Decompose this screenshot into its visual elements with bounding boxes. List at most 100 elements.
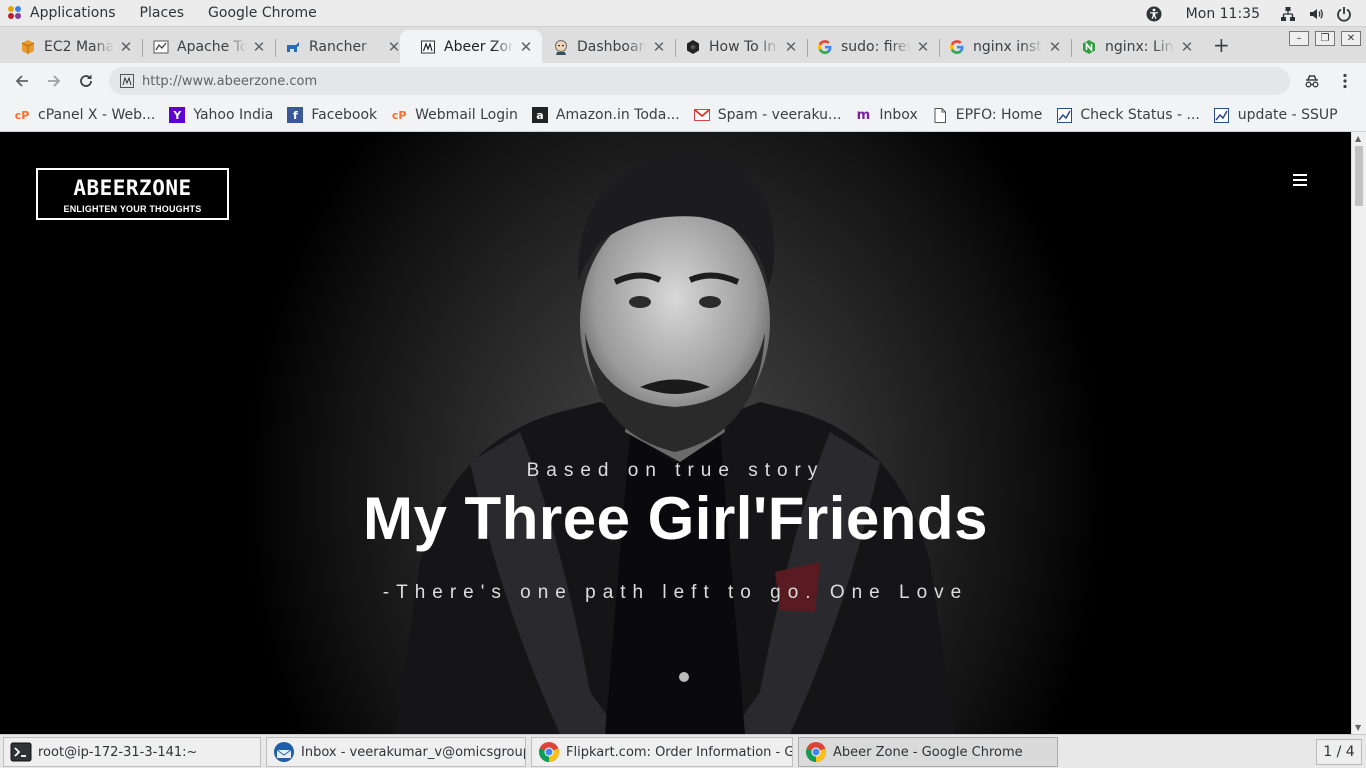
bookmark-label: Amazon.in Toda... <box>555 107 680 123</box>
close-window-button[interactable]: ✕ <box>1341 31 1361 46</box>
page-info-icon[interactable] <box>120 74 134 88</box>
aws-box-icon <box>20 39 36 55</box>
bookmark-webmail-login[interactable]: cP Webmail Login <box>391 107 518 123</box>
digitalocean-icon <box>685 39 701 55</box>
tab-title: Rancher <box>309 38 367 55</box>
tab-nginx-install[interactable]: nginx install ✕ <box>929 30 1071 63</box>
bookmark-label: cPanel X - Web... <box>38 107 156 123</box>
tab-apache-tomcat[interactable]: Apache Tomcat ✕ <box>133 30 275 63</box>
minimize-button[interactable]: – <box>1289 31 1309 46</box>
jenkins-icon <box>553 39 569 55</box>
tab-sudo-firewall[interactable]: sudo: firewall-cmd ✕ <box>797 30 939 63</box>
address-bar[interactable] <box>109 67 1290 95</box>
web-page-content: ABEERZONE ENLIGHTEN YOUR THOUGHTS Based … <box>0 132 1351 734</box>
bookmarks-bar: cP cPanel X - Web... Y Yahoo India f Fac… <box>0 99 1366 132</box>
incognito-button[interactable] <box>1300 69 1324 93</box>
applications-menu[interactable]: Applications <box>0 0 128 27</box>
volume-icon[interactable] <box>1308 6 1324 22</box>
bookmark-amazon[interactable]: a Amazon.in Toda... <box>531 107 680 123</box>
reload-button[interactable] <box>74 69 98 93</box>
taskbar-label: Flipkart.com: Order Information - G... <box>566 744 793 760</box>
bookmark-label: EPFO: Home <box>955 107 1043 123</box>
hero-title: My Three Girl'Friends <box>363 485 988 552</box>
cpanel-icon: cP <box>14 108 30 122</box>
rancher-icon <box>285 39 301 55</box>
browser-toolbar <box>0 63 1366 99</box>
bookmark-facebook[interactable]: f Facebook <box>287 107 377 123</box>
accessibility-icon[interactable] <box>1146 6 1162 22</box>
tab-strip: EC2 Management Console ✕ Apache Tomcat ✕… <box>0 27 1366 63</box>
tab-nginx-linux[interactable]: nginx: Linux packages ✕ <box>1061 30 1203 63</box>
taskbar-item-thunderbird[interactable]: Inbox - veerakumar_v@omicsgroup.... <box>266 737 526 767</box>
new-tab-button[interactable]: + <box>1213 35 1230 55</box>
taskbar-item-abeer-zone[interactable]: Abeer Zone - Google Chrome <box>798 737 1058 767</box>
bookmark-epfo[interactable]: EPFO: Home <box>932 107 1043 123</box>
tab-how-to-install[interactable]: How To Install ✕ <box>665 30 807 63</box>
gnome-top-bar: Applications Places Google Chrome Mon 11… <box>0 0 1366 27</box>
network-icon[interactable] <box>1280 6 1296 22</box>
tab-title: nginx install <box>973 38 1043 55</box>
bookmark-label: Check Status - ... <box>1080 107 1200 123</box>
bookmark-label: update - SSUP <box>1237 107 1338 123</box>
google-icon <box>817 39 833 55</box>
chrome-icon <box>805 741 827 763</box>
tab-rancher[interactable]: Rancher ✕ <box>265 30 410 63</box>
clock[interactable]: Mon 11:35 <box>1186 6 1260 22</box>
bookmark-yahoo-india[interactable]: Y Yahoo India <box>169 107 273 123</box>
bookmark-label: Inbox <box>879 107 918 123</box>
site-logo[interactable]: ABEERZONE ENLIGHTEN YOUR THOUGHTS <box>36 168 229 220</box>
scroll-up-icon[interactable]: ▲ <box>1355 134 1361 143</box>
tab-abeer-zone[interactable]: Abeer Zone ✕ <box>400 30 542 63</box>
bookmark-spam[interactable]: Spam - veeraku... <box>693 107 841 123</box>
close-icon[interactable]: ✕ <box>1179 38 1195 56</box>
kebab-menu-icon <box>1343 73 1347 89</box>
tab-title: EC2 Management Console <box>44 38 114 55</box>
bookmark-label: Facebook <box>311 107 378 123</box>
chrome-icon <box>538 741 560 763</box>
yahoo-icon: Y <box>169 107 186 123</box>
taskbar-item-terminal[interactable]: root@ip-172-31-3-141:~ <box>3 737 261 767</box>
logo-title: ABEERZONE <box>73 176 192 200</box>
url-input[interactable] <box>142 73 1042 89</box>
workspace-indicator[interactable]: 1 / 4 <box>1316 739 1362 765</box>
close-icon[interactable]: ✕ <box>118 38 134 56</box>
places-menu[interactable]: Places <box>128 0 197 27</box>
bookmark-inbox[interactable]: m Inbox <box>855 107 918 123</box>
arrow-left-icon <box>15 75 28 87</box>
taskbar-label: Inbox - veerakumar_v@omicsgroup.... <box>301 744 526 760</box>
bookmark-check-status[interactable]: Check Status - ... <box>1056 107 1200 123</box>
amazon-icon: a <box>531 107 548 123</box>
thunderbird-icon <box>273 741 295 763</box>
reload-icon <box>80 74 92 87</box>
bookmark-cpanel[interactable]: cP cPanel X - Web... <box>14 107 156 123</box>
power-icon[interactable] <box>1336 6 1352 22</box>
taskbar-label: Abeer Zone - Google Chrome <box>833 744 1023 760</box>
scrollbar-thumb[interactable] <box>1355 146 1363 206</box>
tab-title: nginx: Linux packages <box>1105 38 1175 55</box>
abeerzone-icon <box>420 39 436 55</box>
hero-portrait-image <box>395 152 955 734</box>
bookmark-update-ssup[interactable]: update - SSUP <box>1214 107 1338 123</box>
back-button[interactable] <box>10 69 34 93</box>
close-icon[interactable]: ✕ <box>518 38 534 56</box>
forward-button[interactable] <box>42 69 66 93</box>
hero-subtitle: -There's one path left to go. One Love <box>382 582 969 603</box>
menu-bar-icon <box>1293 179 1307 181</box>
page-scrollbar[interactable]: ▲ ▼ <box>1351 132 1366 734</box>
scroll-down-icon[interactable]: ▼ <box>1355 723 1361 732</box>
hamburger-menu-button[interactable] <box>1276 156 1324 204</box>
active-app-menu[interactable]: Google Chrome <box>196 0 329 27</box>
taskbar-label: root@ip-172-31-3-141:~ <box>38 744 198 760</box>
menu-button[interactable] <box>1333 69 1357 93</box>
terminal-icon <box>10 741 32 763</box>
menu-bar-icon <box>1293 184 1307 186</box>
window-list-taskbar: root@ip-172-31-3-141:~ Inbox - veerakuma… <box>0 734 1366 768</box>
tab-dashboard[interactable]: Dashboard ✕ <box>533 30 675 63</box>
tab-title: Dashboard <box>577 38 647 55</box>
maximize-button[interactable]: ❐ <box>1315 31 1335 46</box>
taskbar-item-flipkart[interactable]: Flipkart.com: Order Information - G... <box>531 737 793 767</box>
arrow-right-icon <box>48 75 61 87</box>
tab-ec2[interactable]: EC2 Management Console ✕ <box>0 30 142 63</box>
hero-kicker: Based on true story <box>526 460 825 481</box>
gmail-icon <box>693 107 710 123</box>
